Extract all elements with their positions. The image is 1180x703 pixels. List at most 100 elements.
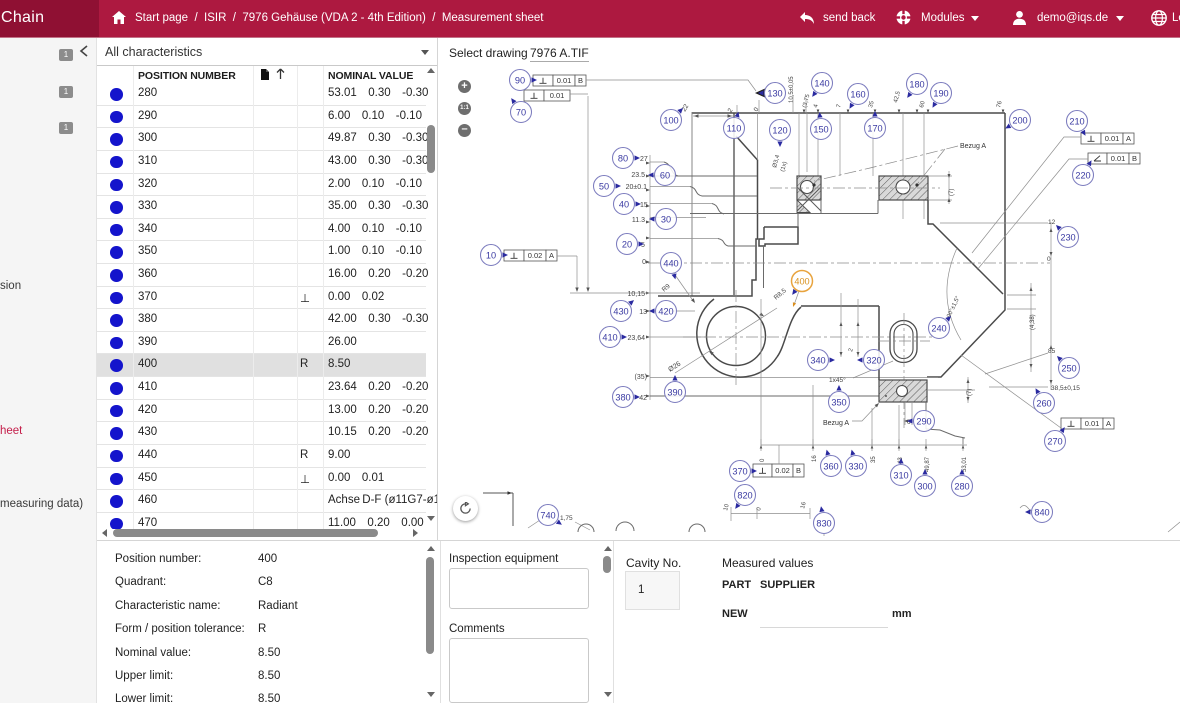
svg-text:110: 110 xyxy=(727,123,742,133)
svg-text:740: 740 xyxy=(540,510,555,520)
svg-text:Ø3,4: Ø3,4 xyxy=(772,154,781,169)
svg-text:270: 270 xyxy=(1047,436,1062,446)
svg-text:(7): (7) xyxy=(949,189,955,196)
svg-text:10,15: 10,15 xyxy=(627,291,645,298)
svg-text:85: 85 xyxy=(1048,348,1056,355)
svg-text:B: B xyxy=(796,466,801,475)
svg-text:35: 35 xyxy=(868,100,876,109)
svg-text:820: 820 xyxy=(737,490,752,500)
svg-text:22: 22 xyxy=(681,103,691,113)
svg-text:10: 10 xyxy=(486,250,496,260)
svg-text:A: A xyxy=(1126,134,1131,143)
svg-text:A: A xyxy=(549,251,554,260)
svg-text:390: 390 xyxy=(667,387,682,397)
svg-text:80: 80 xyxy=(618,153,628,163)
svg-text:90°±1,5°: 90°±1,5° xyxy=(946,295,961,319)
svg-text:0: 0 xyxy=(753,106,761,113)
svg-text:830: 830 xyxy=(816,518,831,528)
svg-text:160: 160 xyxy=(850,89,865,99)
svg-text:350: 350 xyxy=(831,397,846,407)
svg-text:140: 140 xyxy=(814,78,829,88)
svg-text:120: 120 xyxy=(772,125,787,135)
svg-text:150: 150 xyxy=(813,124,828,134)
svg-text:50: 50 xyxy=(599,181,609,191)
svg-text:370: 370 xyxy=(732,466,747,476)
svg-text:42: 42 xyxy=(639,395,647,402)
svg-text:230: 230 xyxy=(1060,232,1075,242)
svg-text:420: 420 xyxy=(658,306,673,316)
svg-text:240: 240 xyxy=(931,323,946,333)
svg-text:410: 410 xyxy=(602,332,617,342)
svg-text:35: 35 xyxy=(871,456,877,463)
svg-text:430: 430 xyxy=(613,306,628,316)
svg-text:(35): (35) xyxy=(635,374,647,381)
svg-text:13: 13 xyxy=(639,309,647,316)
svg-text:76: 76 xyxy=(996,100,1004,109)
svg-text:210: 210 xyxy=(1069,116,1084,126)
svg-text:49,87: 49,87 xyxy=(925,456,931,472)
svg-text:290: 290 xyxy=(916,416,931,426)
svg-text:20±0.1: 20±0.1 xyxy=(626,184,647,191)
svg-text:340: 340 xyxy=(810,355,825,365)
svg-text:15: 15 xyxy=(640,202,648,209)
svg-text:23.5: 23.5 xyxy=(631,172,645,179)
svg-text:(3,75: (3,75 xyxy=(802,93,812,108)
svg-text:12: 12 xyxy=(1048,219,1056,226)
svg-text:11.3: 11.3 xyxy=(632,217,645,224)
svg-text:440: 440 xyxy=(663,258,678,268)
svg-text:0.01: 0.01 xyxy=(1105,134,1120,143)
svg-text:0.01: 0.01 xyxy=(557,76,572,85)
svg-text:250: 250 xyxy=(1061,363,1076,373)
svg-text:60: 60 xyxy=(660,170,670,180)
svg-text:10: 10 xyxy=(723,503,731,512)
svg-text:R9: R9 xyxy=(661,283,672,294)
svg-text:840: 840 xyxy=(1034,507,1049,517)
svg-text:310: 310 xyxy=(893,470,908,480)
svg-text:100: 100 xyxy=(663,115,678,125)
svg-text:B: B xyxy=(1132,154,1137,163)
svg-text:380: 380 xyxy=(615,392,630,402)
svg-text:0.01: 0.01 xyxy=(1111,154,1126,163)
svg-text:0.01: 0.01 xyxy=(550,91,565,100)
svg-text:27: 27 xyxy=(640,156,648,163)
svg-text:0: 0 xyxy=(1047,256,1051,263)
svg-text:200: 200 xyxy=(1012,115,1027,125)
svg-text:0: 0 xyxy=(760,458,766,462)
svg-text:Bezug A: Bezug A xyxy=(823,420,849,427)
svg-text:4: 4 xyxy=(813,103,820,108)
svg-text:A: A xyxy=(1106,419,1111,428)
svg-text:Ø26: Ø26 xyxy=(667,361,682,374)
svg-text:16: 16 xyxy=(800,501,808,510)
svg-text:0.02: 0.02 xyxy=(528,251,543,260)
svg-text:260: 260 xyxy=(1036,398,1051,408)
svg-text:60: 60 xyxy=(919,100,927,109)
svg-text:0.02: 0.02 xyxy=(775,466,790,475)
svg-text:300: 300 xyxy=(917,481,932,491)
svg-text:320: 320 xyxy=(866,355,881,365)
svg-text:330: 330 xyxy=(848,461,863,471)
svg-text:42,5: 42,5 xyxy=(893,90,902,103)
svg-text:1x45°: 1x45° xyxy=(829,376,846,384)
svg-text:38,5±0,15: 38,5±0,15 xyxy=(1051,385,1080,392)
svg-text:(4,38): (4,38) xyxy=(1030,314,1036,330)
svg-text:Bezug A: Bezug A xyxy=(960,143,986,150)
svg-text:2: 2 xyxy=(848,347,855,352)
svg-text:130: 130 xyxy=(767,88,782,98)
svg-text:B: B xyxy=(578,76,583,85)
svg-text:360: 360 xyxy=(823,461,838,471)
svg-text:R8,5: R8,5 xyxy=(773,287,788,301)
svg-text:180: 180 xyxy=(909,79,924,89)
svg-text:400: 400 xyxy=(794,276,809,286)
svg-text:(1x): (1x) xyxy=(780,161,788,173)
svg-text:1,75: 1,75 xyxy=(560,515,573,522)
svg-text:280: 280 xyxy=(954,481,969,491)
svg-text:190: 190 xyxy=(933,88,948,98)
svg-text:53,01: 53,01 xyxy=(962,456,968,472)
svg-text:10,5±0,05: 10,5±0,05 xyxy=(789,76,795,103)
svg-text:70: 70 xyxy=(516,107,526,117)
svg-text:23,64: 23,64 xyxy=(627,335,645,342)
svg-text:16: 16 xyxy=(812,455,818,462)
svg-text:(7): (7) xyxy=(967,389,973,396)
svg-text:0: 0 xyxy=(642,259,646,266)
svg-text:7: 7 xyxy=(836,103,843,108)
